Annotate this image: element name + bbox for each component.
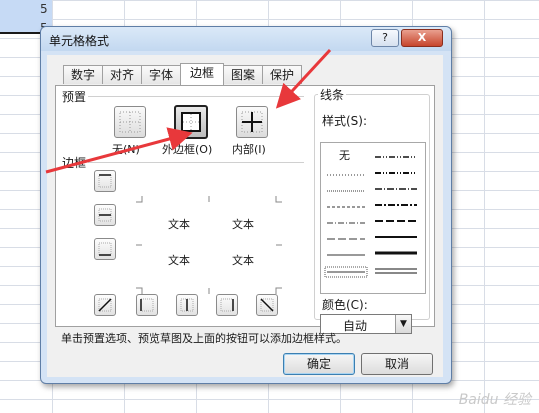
arrow-to-outline	[45, 127, 193, 174]
tab-border[interactable]: 边框	[180, 63, 224, 85]
annotation-arrows	[45, 48, 332, 174]
arrow-to-inside	[275, 48, 332, 109]
watermark: Baidu 经验	[458, 392, 531, 408]
